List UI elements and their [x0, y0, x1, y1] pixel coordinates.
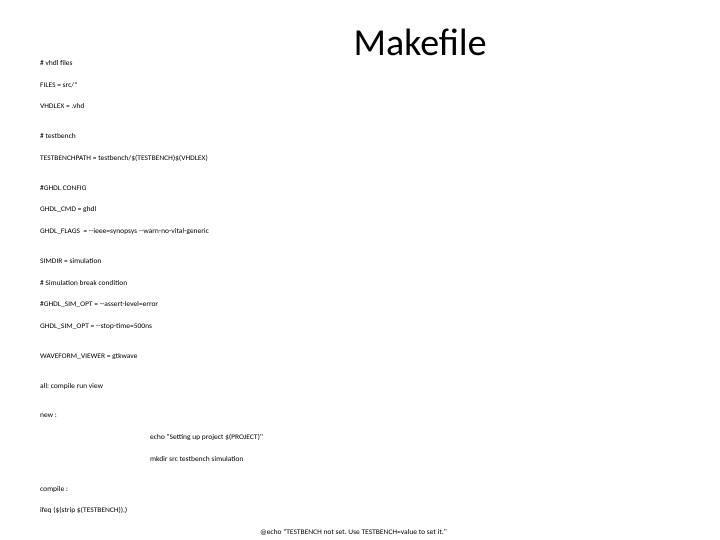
- code-line: GHDL_CMD = ghdl: [40, 205, 720, 216]
- code-line: @echo "TESTBENCH not set. Use TESTBENCH=…: [40, 528, 720, 539]
- code-line: WAVEFORM_VIEWER = gtkwave: [40, 352, 720, 363]
- code-line: #GHDL CONFIG: [40, 184, 720, 195]
- code-line: GHDL_SIM_OPT = --stop-time=500ns: [40, 322, 720, 333]
- code-line: compile :: [40, 485, 720, 496]
- code-line: # testbench: [40, 132, 720, 143]
- code-line: all: compile run view: [40, 382, 720, 393]
- code-line: GHDL_FLAGS = --ieee=synopsys --warn-no-v…: [40, 227, 720, 238]
- code-line: TESTBENCHPATH = testbench/$(TESTBENCH)$(…: [40, 154, 720, 165]
- code-line: # Simulation break condition: [40, 279, 720, 290]
- code-line: #GHDL_SIM_OPT = --assert-level=error: [40, 300, 720, 311]
- code-line: echo "Setting up project $(PROJECT)": [40, 433, 720, 444]
- makefile-code: # vhdl files FILES = src/* VHDLEX = .vhd…: [0, 48, 720, 540]
- code-line: SIMDIR = simulation: [40, 257, 720, 268]
- code-line: FILES = src/*: [40, 81, 720, 92]
- code-line: ifeq ($(strip $(TESTBENCH)),): [40, 506, 720, 517]
- code-line: new :: [40, 411, 720, 422]
- code-line: mkdir src testbench simulation: [40, 455, 720, 466]
- code-line: VHDLEX = .vhd: [40, 102, 720, 113]
